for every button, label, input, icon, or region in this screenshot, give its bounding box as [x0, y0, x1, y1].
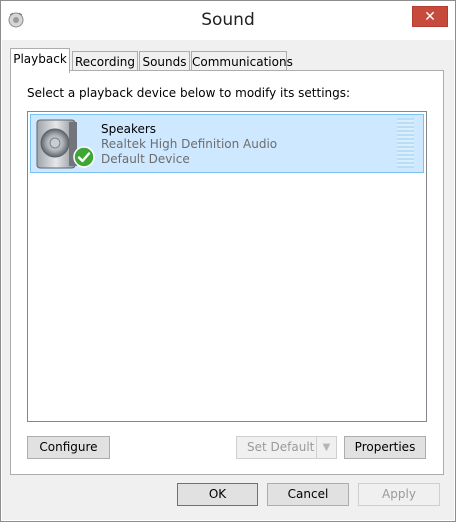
tab-playback[interactable]: Playback — [10, 48, 70, 73]
set-default-split-button[interactable]: Set Default ▼ — [236, 436, 337, 459]
cancel-button[interactable]: Cancel — [267, 483, 349, 506]
device-row-speakers[interactable]: Speakers Realtek High Definition Audio D… — [30, 114, 424, 173]
device-name: Speakers — [101, 122, 157, 136]
device-driver: Realtek High Definition Audio — [101, 137, 278, 151]
apply-button[interactable]: Apply — [358, 483, 440, 506]
title-bar: Sound ✕ — [1, 1, 455, 39]
dialog-body: Playback Recording Sounds Communications… — [2, 40, 454, 520]
properties-button[interactable]: Properties — [344, 436, 426, 459]
ok-button[interactable]: OK — [177, 483, 258, 506]
dropdown-arrow-icon[interactable]: ▼ — [316, 437, 336, 458]
device-list[interactable]: Speakers Realtek High Definition Audio D… — [27, 111, 427, 422]
sound-dialog: Sound ✕ Playback Recording Sounds Commun… — [0, 0, 456, 522]
playback-panel: Select a playback device below to modify… — [10, 70, 444, 475]
device-status: Default Device — [101, 152, 190, 166]
set-default-label: Set Default — [247, 440, 315, 454]
checkmark-icon — [73, 146, 95, 168]
volume-level-meter — [397, 118, 414, 168]
instruction-text: Select a playback device below to modify… — [27, 86, 351, 100]
window-title: Sound — [201, 10, 255, 30]
configure-button[interactable]: Configure — [27, 436, 110, 459]
close-button[interactable]: ✕ — [412, 6, 448, 27]
